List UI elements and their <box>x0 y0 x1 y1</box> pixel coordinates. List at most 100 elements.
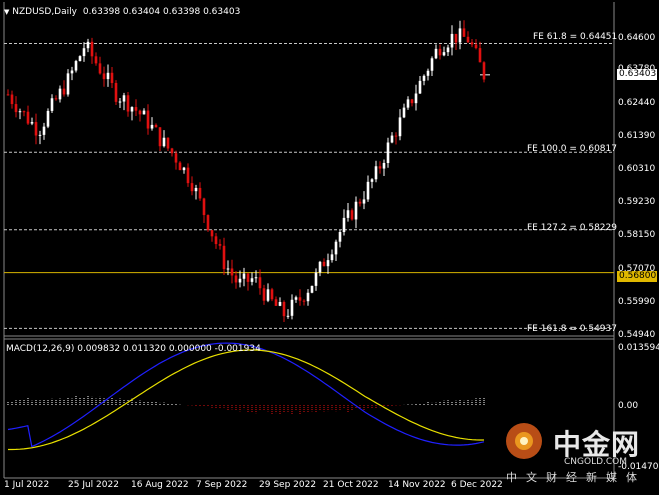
candle-body <box>38 134 42 136</box>
candle-body <box>174 153 178 163</box>
candle-body <box>418 80 422 94</box>
candle-body <box>58 88 62 100</box>
candle-body <box>66 73 70 95</box>
candle-body <box>454 33 458 43</box>
date-tick: 29 Sep 2022 <box>259 480 317 490</box>
candle-body <box>270 289 274 300</box>
price-tick: 0.54940 <box>618 330 656 340</box>
date-tick: 16 Aug 2022 <box>131 480 189 490</box>
ohlc-values: 0.63398 0.63404 0.63398 0.63403 <box>82 7 241 17</box>
candle-body <box>370 179 374 182</box>
candle-body <box>70 70 74 74</box>
candle-body <box>54 98 58 100</box>
candle-body <box>350 210 354 220</box>
candle-body <box>146 110 150 129</box>
candle-body <box>198 187 202 199</box>
candle-body <box>78 56 82 62</box>
candle-body <box>234 275 238 283</box>
date-tick: 21 Oct 2022 <box>323 480 379 490</box>
price-tick: 0.60310 <box>618 164 656 174</box>
candle-body <box>10 94 14 105</box>
fib-label: FE 100.0 = 0.60817 <box>527 144 617 154</box>
candle-body <box>62 88 66 95</box>
candle-body <box>398 117 402 137</box>
candle-body <box>458 28 462 43</box>
candle-body <box>442 52 446 56</box>
candle-body <box>206 215 210 231</box>
candle-body <box>110 72 114 84</box>
candle-body <box>278 301 282 306</box>
candle-body <box>46 110 50 127</box>
date-tick: 14 Nov 2022 <box>388 480 446 490</box>
candle-body <box>410 99 414 104</box>
collapse-triangle-icon[interactable]: ▼ <box>4 8 9 16</box>
candle-body <box>426 70 430 76</box>
candle-body <box>42 126 46 135</box>
candle-body <box>470 42 474 45</box>
candle-body <box>310 285 314 293</box>
candle-body <box>286 315 290 317</box>
candle-body <box>254 277 258 279</box>
candle-body <box>150 124 154 129</box>
candle-body <box>462 28 466 37</box>
candle-body <box>114 83 118 102</box>
candle-body <box>22 111 26 113</box>
candle-body <box>118 101 122 103</box>
candle-body <box>106 72 110 80</box>
candle-body <box>74 61 78 71</box>
date-tick: 6 Dec 2022 <box>451 480 503 490</box>
candle-body <box>474 44 478 49</box>
watermark-tagline: 中文财经新媒体 <box>506 471 646 484</box>
candle-body <box>354 201 358 220</box>
candle-body <box>386 142 390 163</box>
level-price-box: 0.56800 <box>617 271 657 282</box>
candle-body <box>94 56 98 64</box>
macd-tick: 0.00 <box>618 401 639 411</box>
price-tick: 0.64600 <box>618 33 656 43</box>
candle-body <box>134 107 138 111</box>
candle-body <box>138 110 142 115</box>
fib-label: FE 61.8 = 0.64451 <box>533 32 618 42</box>
price-tick: 0.61390 <box>618 131 656 141</box>
candle-body <box>158 127 162 147</box>
candle-body <box>102 73 106 80</box>
signal-line <box>8 349 484 451</box>
candle-body <box>142 110 146 115</box>
candle-body <box>202 198 206 216</box>
candle-body <box>210 230 214 237</box>
candle-body <box>34 122 38 136</box>
candle-body <box>290 299 294 316</box>
candle-body <box>294 297 298 300</box>
fib-label: FE 127.2 = 0.58229 <box>527 223 617 233</box>
chart-header: ▼ NZDUSD,Daily 0.63398 0.63404 0.63398 0… <box>4 7 240 17</box>
candle-body <box>214 236 218 245</box>
candle-body <box>170 148 174 154</box>
candle-body <box>190 183 194 192</box>
candle-body <box>238 278 242 283</box>
candle-body <box>298 297 302 301</box>
candle-body <box>258 277 262 289</box>
candle-body <box>14 104 18 113</box>
candle-body <box>126 95 130 112</box>
candle-body <box>178 162 182 171</box>
macd-label: MACD(12,26,9) 0.009832 0.011320 0.000000… <box>6 344 261 354</box>
candle-body <box>406 99 410 108</box>
candle-body <box>326 260 330 267</box>
candle-body <box>130 107 134 112</box>
candle-body <box>314 272 318 286</box>
candle-body <box>226 268 230 270</box>
candle-body <box>250 278 254 282</box>
candle-body <box>166 137 170 149</box>
candle-body <box>194 187 198 192</box>
candle-body <box>366 181 370 200</box>
price-tick: 0.59230 <box>618 197 656 207</box>
candle-body <box>262 288 266 301</box>
price-chart[interactable] <box>0 0 659 495</box>
candle-body <box>346 210 350 218</box>
candle-body <box>90 41 94 57</box>
candle-body <box>122 95 126 102</box>
candle-body <box>378 166 382 169</box>
candle-body <box>482 62 486 80</box>
candle-body <box>82 48 86 57</box>
fib-label: FE 161.8 = 0.54937 <box>527 324 617 334</box>
